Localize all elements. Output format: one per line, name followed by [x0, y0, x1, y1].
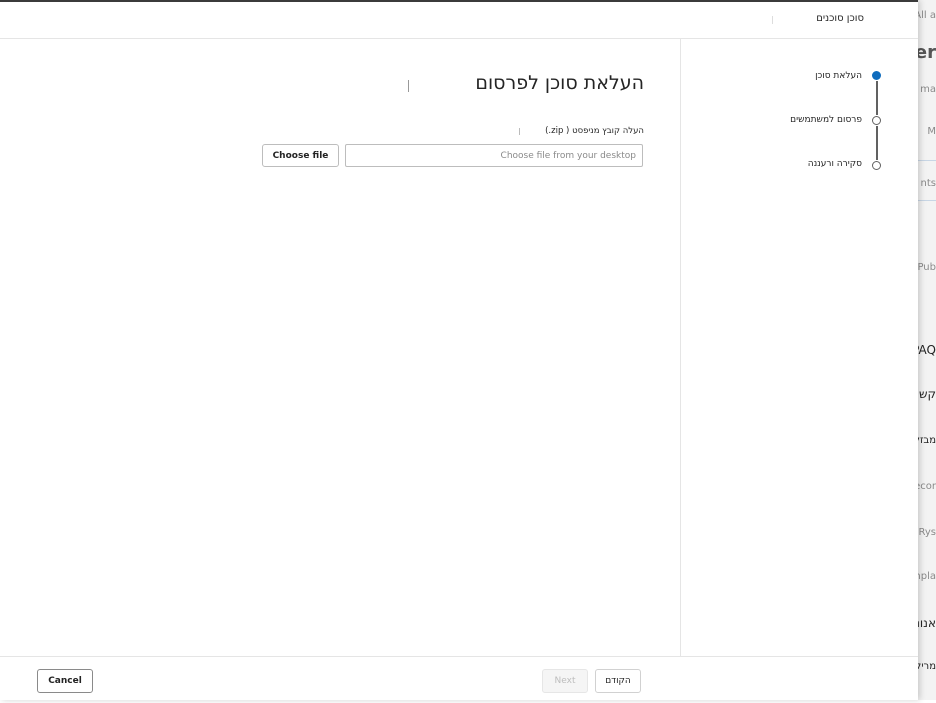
background-text: nts (	[918, 178, 936, 189]
upload-field-label: העלה קובץ מניפסט ( zip.)	[545, 126, 644, 136]
background-text: eRys	[918, 527, 936, 538]
background-text: M	[927, 126, 936, 137]
previous-button[interactable]: הקודם	[595, 669, 641, 693]
background-text: מבזק	[918, 435, 936, 446]
background-text: Pub	[918, 262, 936, 273]
wizard-steps: העלאת סוכן פרסום למשתמשים סקירה ורעננה	[680, 38, 919, 656]
step-connector	[876, 126, 878, 160]
step-dot-upload[interactable]	[872, 71, 881, 80]
background-text: iPAQ	[918, 343, 936, 357]
text-cursor	[408, 80, 409, 92]
background-text: er	[918, 42, 936, 63]
upload-agent-dialog: סוכן סוכנים העלאת סוכן פרסום למשתמשים סק…	[0, 0, 918, 700]
background-text: ma	[920, 84, 936, 95]
title-separator	[772, 16, 773, 24]
file-path-input[interactable]: Choose file from your desktop	[345, 144, 643, 167]
step-label-publish: פרסום למשתמשים	[790, 115, 862, 125]
next-button[interactable]: Next	[542, 669, 588, 693]
page-title: העלאת סוכן לפרסום	[475, 72, 644, 94]
dialog-footer	[0, 656, 918, 703]
label-marker	[519, 128, 520, 135]
step-label-upload: העלאת סוכן	[815, 71, 862, 81]
dialog-title: סוכן סוכנים	[816, 13, 864, 24]
step-label-review: סקירה ורעננה	[807, 159, 862, 169]
choose-file-button[interactable]: Choose file	[262, 144, 339, 167]
background-text: אנונימי	[918, 616, 936, 630]
step-dot-publish[interactable]	[872, 116, 881, 125]
dialog-header: סוכן סוכנים	[0, 2, 918, 39]
background-text: npla	[918, 571, 936, 582]
step-dot-review[interactable]	[872, 161, 881, 170]
background-text: קשתית	[918, 387, 936, 401]
background-app-strip: All a er ma M nts ( Pub iPAQ קשתית מבזק …	[918, 0, 936, 700]
background-text: ecor	[918, 481, 936, 492]
cancel-button[interactable]: Cancel	[37, 669, 93, 693]
background-text: All a	[918, 10, 936, 21]
background-text: מריל	[918, 661, 936, 672]
step-connector	[876, 81, 878, 115]
